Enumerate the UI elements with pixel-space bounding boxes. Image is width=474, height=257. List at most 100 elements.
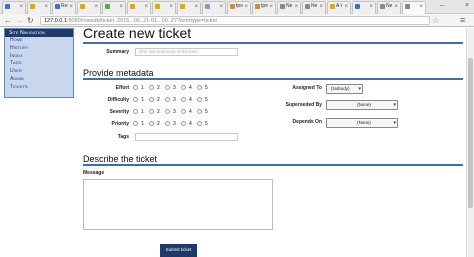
- severity-radio-1[interactable]: [133, 109, 138, 114]
- browser-tab[interactable]: A t ×: [327, 1, 351, 14]
- difficulty-label: Difficulty: [107, 97, 129, 103]
- close-tab-icon[interactable]: ×: [219, 4, 223, 10]
- severity-radio-2[interactable]: [149, 109, 154, 114]
- tab-favicon-icon: [5, 3, 10, 9]
- difficulty-radio-4[interactable]: [181, 97, 186, 102]
- browser-tab[interactable]: ×: [152, 1, 176, 14]
- effort-radio-label: 1: [141, 85, 144, 91]
- tab-favicon-icon: [380, 3, 385, 9]
- browser-tab[interactable]: Ne ×: [377, 1, 401, 14]
- difficulty-radio-2[interactable]: [149, 97, 154, 102]
- nav-link-tickets[interactable]: Tickets: [5, 84, 73, 92]
- effort-radio-2[interactable]: [149, 85, 154, 90]
- tab-favicon-icon: [280, 3, 285, 9]
- tags-label: Tags: [117, 134, 129, 140]
- close-tab-icon[interactable]: ×: [419, 4, 423, 10]
- effort-radio-4[interactable]: [181, 85, 186, 90]
- priority-radio-1[interactable]: [133, 121, 138, 126]
- browser-menu-icon[interactable]: ≡: [460, 15, 465, 25]
- browser-tab[interactable]: ×: [127, 1, 151, 14]
- severity-radio-3[interactable]: [165, 109, 170, 114]
- bookmark-star-icon[interactable]: ☆: [432, 16, 439, 25]
- close-tab-icon[interactable]: ×: [194, 4, 198, 10]
- minimize-icon[interactable]: –: [440, 2, 444, 9]
- message-label: Message: [83, 170, 105, 176]
- close-tab-icon[interactable]: ×: [169, 4, 173, 10]
- close-tab-icon[interactable]: ×: [119, 4, 123, 10]
- effort-radio-3[interactable]: [165, 85, 170, 90]
- close-tab-icon[interactable]: ×: [94, 4, 98, 10]
- tab-favicon-icon: [230, 3, 235, 9]
- effort-radio-1[interactable]: [133, 85, 138, 90]
- browser-tab[interactable]: Ne ×: [277, 1, 301, 14]
- message-textarea[interactable]: [83, 179, 273, 230]
- reload-icon[interactable]: ↻: [27, 16, 34, 25]
- difficulty-radio-1[interactable]: [133, 97, 138, 102]
- assigned-to-select[interactable]: (Nobody) ▾: [326, 84, 363, 94]
- page-scrollbar[interactable]: [466, 28, 474, 257]
- close-tab-icon[interactable]: ×: [69, 4, 73, 10]
- effort-radio-5[interactable]: [197, 85, 202, 90]
- nav-link-history[interactable]: History: [5, 45, 73, 53]
- nav-link-user[interactable]: User: [5, 68, 73, 76]
- priority-radio-3[interactable]: [165, 121, 170, 126]
- severity-label: Severity: [109, 109, 129, 115]
- priority-label: Priority: [111, 121, 129, 127]
- site-navigation-heading: Site Navigation: [5, 29, 73, 37]
- nav-link-admin[interactable]: Admin: [5, 76, 73, 84]
- priority-radio-label: 4: [189, 121, 192, 127]
- priority-radio-2[interactable]: [149, 121, 154, 126]
- close-tab-icon[interactable]: ×: [44, 4, 48, 10]
- describe-heading: Describe the ticket: [83, 154, 158, 164]
- priority-radio-5[interactable]: [197, 121, 202, 126]
- forward-arrow-icon[interactable]: →: [15, 16, 23, 25]
- nav-link-tags[interactable]: Tags: [5, 60, 73, 68]
- difficulty-radio-5[interactable]: [197, 97, 202, 102]
- close-tab-icon[interactable]: ×: [269, 4, 273, 10]
- severity-radio-4[interactable]: [181, 109, 186, 114]
- severity-radio-label: 4: [189, 109, 192, 115]
- browser-tab[interactable]: ×: [27, 1, 51, 14]
- browser-tab[interactable]: ×: [77, 1, 101, 14]
- chevron-down-icon: ▾: [393, 102, 396, 108]
- close-tab-icon[interactable]: ×: [394, 4, 398, 10]
- difficulty-radio-3[interactable]: [165, 97, 170, 102]
- browser-tab[interactable]: ×: [2, 1, 26, 14]
- browser-tab[interactable]: ×: [102, 1, 126, 14]
- difficulty-radio-label: 2: [157, 97, 160, 103]
- severity-radio-label: 5: [205, 109, 208, 115]
- tab-favicon-icon: [130, 3, 135, 9]
- browser-tab[interactable]: ×: [177, 1, 201, 14]
- metadata-divider: [83, 78, 463, 80]
- browser-tab[interactable]: tpo ×: [252, 1, 276, 14]
- browser-tab[interactable]: tpo ×: [227, 1, 251, 14]
- summary-label: Summary: [106, 49, 129, 55]
- effort-radio-label: 3: [173, 85, 176, 91]
- back-arrow-icon[interactable]: ←: [4, 16, 12, 25]
- close-tab-icon[interactable]: ×: [294, 4, 298, 10]
- close-tab-icon[interactable]: ×: [369, 4, 373, 10]
- nav-link-home[interactable]: Home: [5, 37, 73, 45]
- severity-radio-5[interactable]: [197, 109, 202, 114]
- url-bar[interactable]: 127.0.0.1:8080/rxwsdb/ticket..2015...06.…: [40, 16, 430, 25]
- browser-tab[interactable]: Re: ×: [52, 1, 76, 14]
- close-tab-icon[interactable]: ×: [344, 4, 348, 10]
- close-tab-icon[interactable]: ×: [319, 4, 323, 10]
- close-tab-icon[interactable]: ×: [144, 4, 148, 10]
- nav-link-index[interactable]: Index: [5, 53, 73, 61]
- close-tab-icon[interactable]: ×: [244, 4, 248, 10]
- browser-tab[interactable]: Ne ×: [302, 1, 326, 14]
- browser-tab[interactable]: ×: [352, 1, 376, 14]
- submit-ticket-button[interactable]: Submit ticket: [160, 244, 197, 257]
- superseded-by-select[interactable]: (None) ▾: [326, 100, 398, 110]
- close-window-icon[interactable]: ×: [465, 2, 469, 9]
- priority-radio-4[interactable]: [181, 121, 186, 126]
- close-tab-icon[interactable]: ×: [19, 4, 23, 10]
- scrollbar-thumb[interactable]: [468, 58, 473, 208]
- summary-input[interactable]: One line summary of the item: [135, 48, 238, 56]
- title-divider: [83, 42, 463, 44]
- tags-input[interactable]: [135, 133, 238, 141]
- browser-tab-active[interactable]: ×: [402, 1, 426, 14]
- browser-tab[interactable]: ×: [202, 1, 226, 14]
- depends-on-select[interactable]: (None) ▾: [326, 118, 398, 128]
